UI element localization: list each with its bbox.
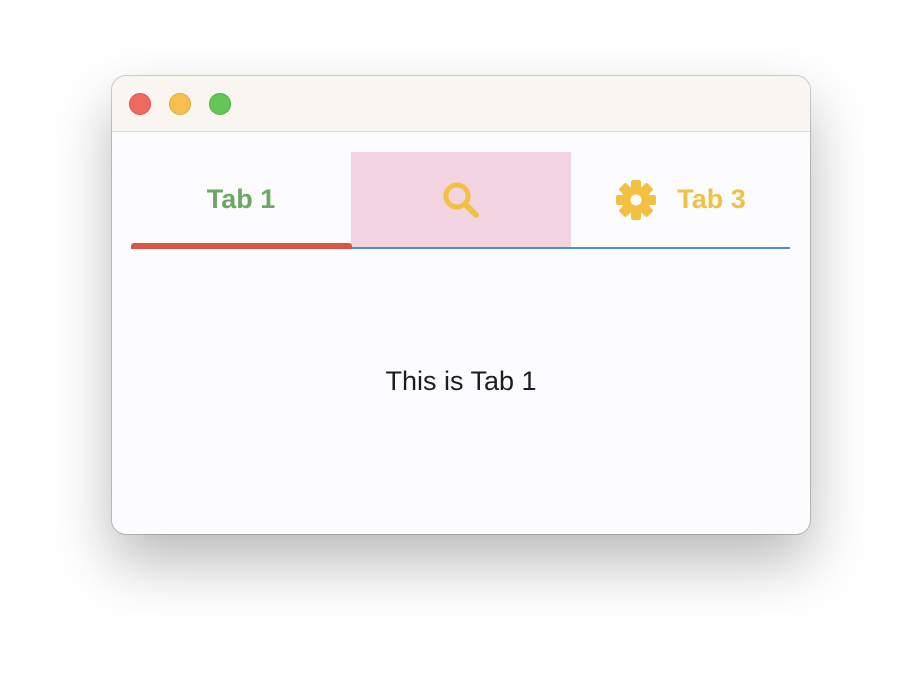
app-window: Tab 1 Tab 3 This is Tab 1 [112,76,810,534]
tab-bar: Tab 1 Tab 3 [131,152,790,249]
tab-3[interactable]: Tab 3 [571,152,790,247]
tab-content-text: This is Tab 1 [385,366,537,396]
tab-search[interactable] [351,152,571,247]
maximize-button[interactable] [209,93,231,115]
minimize-button[interactable] [169,93,191,115]
close-button[interactable] [129,93,151,115]
tab-content: This is Tab 1 [112,249,810,534]
tab-1[interactable]: Tab 1 [131,152,351,247]
tab-1-label: Tab 1 [206,184,276,214]
search-icon [441,180,481,220]
tab-3-label: Tab 3 [677,184,746,214]
title-bar [112,76,810,132]
gear-icon [615,179,657,221]
